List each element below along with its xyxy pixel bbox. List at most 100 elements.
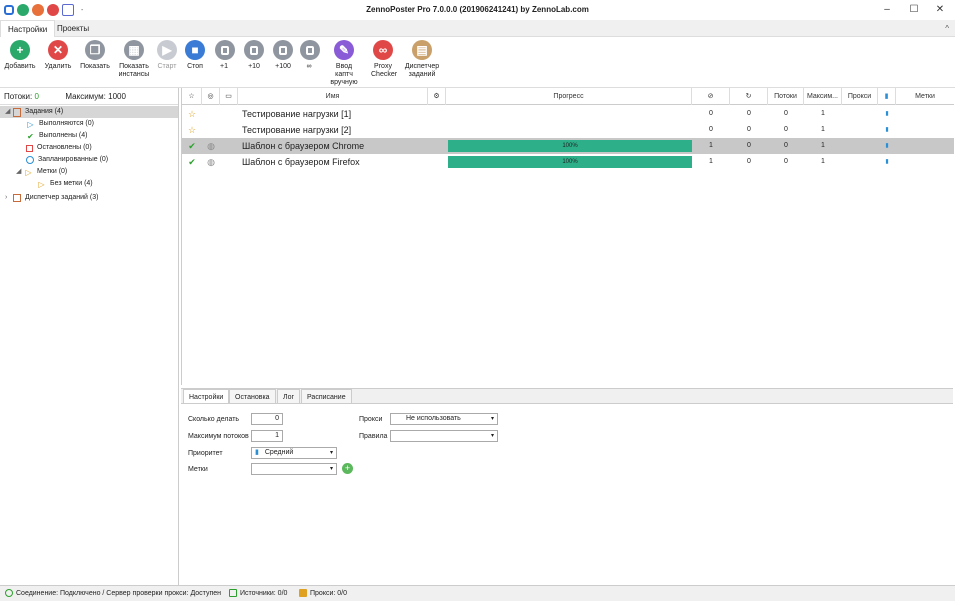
plus-100-icon: [273, 40, 293, 60]
tab-bottom-log[interactable]: Лог: [277, 389, 301, 404]
retry-column-header[interactable]: ↻: [730, 88, 768, 105]
window-column-header[interactable]: ▭: [220, 88, 238, 105]
infinity-label: ∞: [306, 63, 312, 70]
plus-100-label: +100: [275, 63, 291, 70]
stop-icon: ■: [185, 40, 205, 60]
priority-column-header[interactable]: ▮: [878, 88, 896, 105]
name-column-header[interactable]: Имя: [238, 88, 428, 105]
tag-icon: ▷: [38, 179, 45, 189]
start-icon: ▶: [157, 40, 177, 60]
close-button[interactable]: ✕: [933, 3, 947, 17]
tab-bottom-stop[interactable]: Остановка: [229, 389, 276, 404]
timer-icon: [26, 156, 34, 164]
tab-bottom-settings[interactable]: Настройки: [183, 389, 230, 404]
tags-select[interactable]: ▾: [251, 463, 337, 475]
threads-cell: 0: [784, 126, 788, 133]
chevron-down-icon: ▾: [490, 433, 494, 439]
browser-column-header[interactable]: ◎: [202, 88, 220, 105]
infinity-button[interactable]: ∞: [300, 40, 320, 71]
collapse-arrow-icon[interactable]: ◢: [16, 166, 24, 178]
max-label: Максимум:: [65, 92, 106, 101]
proxy-column-header[interactable]: Прокси: [842, 88, 878, 105]
connection-icon: [5, 589, 13, 598]
settings-column-header[interactable]: ⚙: [428, 88, 446, 105]
add-button[interactable]: + Добавить: [4, 40, 36, 71]
tags-column-header[interactable]: Метки: [896, 88, 954, 105]
tree-no-tag[interactable]: ▷ Без метки (4): [37, 178, 92, 190]
proxies-text: Прокси: 0/0: [310, 590, 347, 597]
plus-10-button[interactable]: +10: [244, 40, 264, 71]
threads-column-header[interactable]: Потоки: [768, 88, 804, 105]
sources-text: Источники: 0/0: [240, 590, 288, 597]
tree-running[interactable]: ▷ Выполняются (0): [26, 118, 94, 130]
max-value: 1000: [108, 92, 126, 101]
browser-icon: ◍: [207, 141, 215, 151]
threads-cell: 0: [784, 110, 788, 117]
connection-text: Соединение: Подключено / Сервер проверки…: [16, 590, 222, 597]
tree-label: Выполнены (4): [39, 132, 88, 139]
proxy-checker-button[interactable]: ∞ Proxy Checker: [371, 40, 398, 79]
tree-completed[interactable]: ✔ Выполнены (4): [26, 130, 87, 142]
tree-label: Задания (4): [25, 108, 64, 115]
maximize-button[interactable]: ☐: [907, 3, 921, 17]
infinity-icon: [300, 40, 320, 60]
table-row[interactable]: ☆ Тестирование нагрузки [1] 0 0 0 1 ▮: [182, 106, 954, 122]
max-cell: 1: [821, 126, 825, 133]
settings-panel: Сколько делать 0 Максимум потоков 1 Прио…: [181, 403, 953, 585]
done-count-cell: 1: [709, 142, 713, 149]
plus-10-icon: [244, 40, 264, 60]
priority-select[interactable]: ▮ Средний ▾: [251, 447, 337, 459]
tree-stopped[interactable]: Остановлены (0): [26, 142, 92, 154]
task-manager-button[interactable]: ▤ Диспетчер заданий: [404, 40, 440, 79]
star-column-header[interactable]: ☆: [182, 88, 202, 105]
how-many-input[interactable]: 0: [251, 413, 283, 425]
bottom-tabs: Настройки Остановка Лог Расписание: [181, 388, 953, 404]
priority-bars-icon: ▮: [885, 159, 889, 165]
tree-scheduled[interactable]: Запланированные (0): [26, 154, 108, 166]
max-column-header[interactable]: Максим...: [804, 88, 842, 105]
show-icon: ❐: [85, 40, 105, 60]
show-instances-button[interactable]: ▦ Показать инстансы: [116, 40, 152, 79]
proxy-checker-label: Proxy Checker: [371, 63, 398, 78]
delete-button[interactable]: ✕ Удалить: [44, 40, 72, 71]
add-tag-icon[interactable]: +: [342, 463, 353, 474]
proxy-checker-icon: ∞: [373, 40, 393, 60]
manual-captcha-button[interactable]: ✎ Ввод каптч вручную: [327, 40, 361, 87]
tree-tags[interactable]: ◢ ▷ Метки (0): [16, 166, 67, 178]
show-button[interactable]: ❐ Показать: [78, 40, 112, 71]
tree-task-manager[interactable]: › Диспетчер заданий (3): [5, 192, 98, 204]
progress-column-header[interactable]: Прогресс: [446, 88, 692, 105]
proxy-select[interactable]: Не использовать ▾: [390, 413, 498, 425]
tab-projects[interactable]: Проекты: [50, 20, 96, 37]
max-threads-input[interactable]: 1: [251, 430, 283, 442]
done-count-cell: 0: [709, 126, 713, 133]
sources-icon: [229, 589, 237, 598]
minimize-button[interactable]: –: [880, 3, 894, 17]
connection-status: Соединение: Подключено / Сервер проверки…: [5, 586, 221, 601]
tab-settings[interactable]: Настройки: [0, 20, 56, 37]
tab-bottom-schedule[interactable]: Расписание: [301, 389, 352, 404]
stop-button[interactable]: ■ Стоп: [185, 40, 205, 71]
tags-label: Метки: [188, 466, 208, 473]
rules-select[interactable]: ▾: [390, 430, 498, 442]
chevron-down-icon: ▾: [329, 450, 333, 456]
tree-label: Остановлены (0): [37, 144, 92, 151]
table-row[interactable]: ✔ ◍ Шаблон с браузером Chrome 1 0 0 1 ▮ 100%: [182, 138, 954, 154]
tree-label: Диспетчер заданий (3): [25, 194, 99, 201]
tree-tasks[interactable]: ◢ Задания (4): [0, 106, 178, 118]
table-row[interactable]: ✔ ◍ Шаблон с браузером Firefox 1 0 0 1 ▮ 100%: [182, 154, 954, 170]
collapse-arrow-icon[interactable]: ◢: [5, 106, 13, 118]
table-row[interactable]: ☆ Тестирование нагрузки [2] 0 0 0 1 ▮: [182, 122, 954, 138]
name-cell: Тестирование нагрузки [1]: [242, 109, 352, 119]
task-manager-icon: [13, 194, 21, 202]
task-manager-label: Диспетчер заданий: [404, 63, 440, 78]
chevron-down-icon: ▾: [329, 466, 333, 472]
expand-arrow-icon[interactable]: ›: [5, 192, 13, 204]
ribbon-collapse-icon[interactable]: ^: [945, 24, 949, 33]
done-column-header[interactable]: ⊘: [692, 88, 730, 105]
show-instances-label: Показать инстансы: [118, 63, 150, 78]
plus-100-button[interactable]: +100: [271, 40, 295, 71]
start-button[interactable]: ▶ Старт: [156, 40, 178, 71]
plus-1-button[interactable]: +1: [215, 40, 235, 71]
name-cell: Тестирование нагрузки [2]: [242, 125, 352, 135]
